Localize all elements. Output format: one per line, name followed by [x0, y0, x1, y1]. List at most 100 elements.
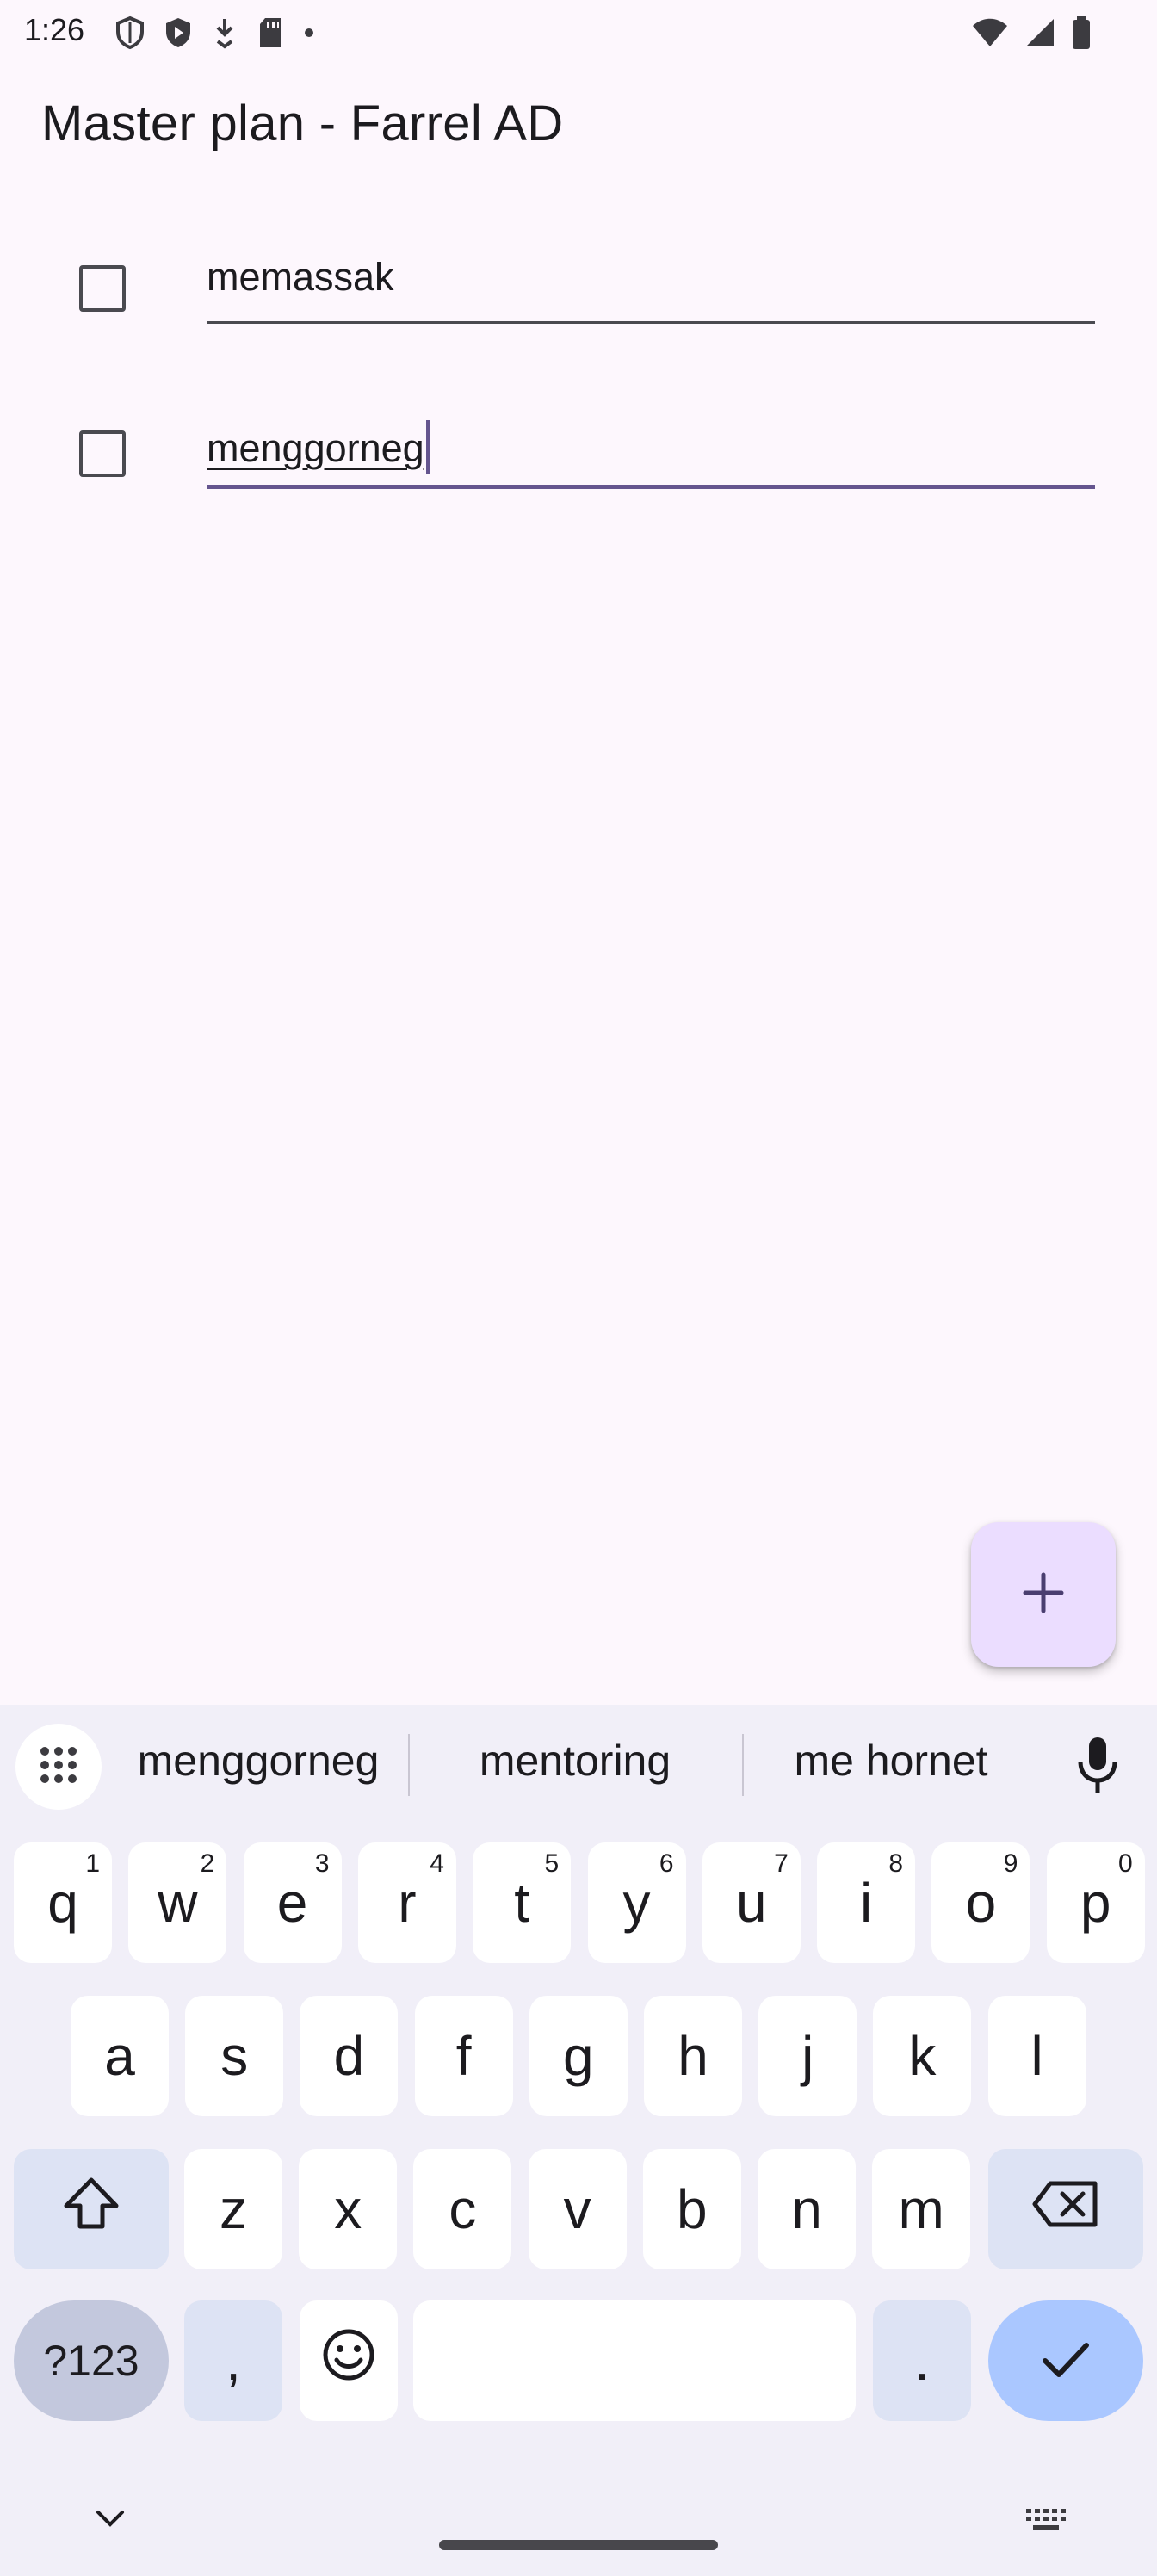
todo-text-field[interactable]: memassak: [207, 238, 1095, 324]
key-s[interactable]: s: [185, 1996, 284, 2116]
navigation-bar: [0, 2480, 1157, 2576]
todo-text-focused: menggorneg: [207, 420, 430, 474]
suggestion-strip: menggorneg mentoring me hornet: [0, 1705, 1157, 1825]
key-m[interactable]: m: [872, 2149, 971, 2269]
comma-key[interactable]: ,: [184, 2300, 282, 2421]
key-k[interactable]: k: [873, 1996, 972, 2116]
backspace-icon: [1031, 2177, 1100, 2241]
key-d[interactable]: d: [300, 1996, 399, 2116]
page-title: Master plan - Farrel AD: [41, 96, 564, 152]
add-todo-button[interactable]: [971, 1522, 1116, 1667]
emoji-icon: [321, 2327, 376, 2395]
check-icon: [1040, 2329, 1092, 2393]
suggestion-1[interactable]: menggorneg: [121, 1736, 396, 1786]
key-hint: 9: [1003, 1849, 1018, 1878]
key-label: r: [398, 1872, 417, 1934]
download-icon: [212, 15, 238, 50]
todo-text: menggorneg: [207, 426, 424, 470]
signal-icon: [1024, 17, 1055, 48]
suggestion-3[interactable]: me hornet: [758, 1736, 1024, 1786]
space-key[interactable]: [413, 2300, 856, 2421]
key-hint: 7: [774, 1849, 789, 1878]
grid-icon: [36, 1743, 81, 1792]
shield-outline-icon: [115, 15, 145, 50]
key-q[interactable]: q1: [14, 1842, 112, 1963]
soft-keyboard: menggorneg mentoring me hornet q1w2e3r4t…: [0, 1705, 1157, 2576]
todo-checkbox[interactable]: [79, 430, 126, 477]
status-bar: 1:26: [0, 0, 1157, 65]
backspace-key[interactable]: [988, 2149, 1143, 2269]
key-o[interactable]: o9: [931, 1842, 1030, 1963]
keyboard-switch-icon[interactable]: [1024, 2507, 1069, 2537]
shield-play-icon: [164, 15, 193, 50]
todo-item: memassak: [0, 231, 1157, 351]
key-hint: 1: [85, 1849, 100, 1878]
todo-checkbox[interactable]: [79, 265, 126, 312]
key-i[interactable]: i8: [817, 1842, 916, 1963]
hide-keyboard-icon[interactable]: [95, 2509, 126, 2534]
key-hint: 0: [1118, 1849, 1133, 1878]
key-v[interactable]: v: [528, 2149, 627, 2269]
key-label: t: [514, 1872, 530, 1934]
key-c[interactable]: c: [413, 2149, 512, 2269]
todo-text: memassak: [207, 255, 394, 299]
key-hint: 5: [544, 1849, 560, 1878]
key-e[interactable]: e3: [243, 1842, 342, 1963]
todo-text-field[interactable]: menggorneg: [207, 403, 1095, 489]
key-label: w: [158, 1872, 198, 1934]
wifi-icon: [971, 17, 1009, 48]
system-icons: [971, 14, 1092, 52]
key-p[interactable]: p0: [1046, 1842, 1145, 1963]
key-w[interactable]: w2: [128, 1842, 227, 1963]
key-label: i: [859, 1872, 873, 1934]
status-time: 1:26: [24, 12, 85, 47]
key-hint: 6: [659, 1849, 674, 1878]
key-u[interactable]: u7: [702, 1842, 801, 1963]
plus-icon: [1022, 1571, 1065, 1619]
voice-input-button[interactable]: [1067, 1729, 1128, 1806]
key-y[interactable]: y6: [587, 1842, 686, 1963]
field-underline: [207, 321, 1095, 324]
key-r[interactable]: r4: [357, 1842, 456, 1963]
shift-icon: [61, 2177, 121, 2243]
key-hint: 8: [888, 1849, 904, 1878]
field-underline-focused: [207, 485, 1095, 489]
key-b[interactable]: b: [642, 2149, 741, 2269]
emoji-key[interactable]: [300, 2300, 398, 2421]
suggestion-divider: [408, 1734, 410, 1796]
key-label: e: [276, 1872, 308, 1934]
key-label: u: [736, 1872, 767, 1934]
key-a[interactable]: a: [71, 1996, 169, 2116]
key-f[interactable]: f: [414, 1996, 513, 2116]
key-hint: 2: [200, 1849, 215, 1878]
suggestion-2[interactable]: mentoring: [424, 1736, 727, 1786]
key-x[interactable]: x: [299, 2149, 398, 2269]
notification-icons: [115, 14, 315, 52]
keyboard-apps-button[interactable]: [15, 1724, 102, 1810]
dot-icon: [303, 15, 315, 50]
key-g[interactable]: g: [529, 1996, 628, 2116]
key-label: o: [965, 1872, 997, 1934]
home-indicator[interactable]: [439, 2540, 718, 2550]
symbols-key[interactable]: ?123: [14, 2300, 169, 2421]
suggestion-divider: [742, 1734, 744, 1796]
shift-key[interactable]: [14, 2149, 169, 2269]
text-cursor: [425, 420, 430, 474]
key-hint: 3: [314, 1849, 330, 1878]
key-j[interactable]: j: [758, 1996, 857, 2116]
key-label: q: [47, 1872, 78, 1934]
mic-icon: [1075, 1736, 1120, 1800]
period-key[interactable]: .: [873, 2300, 971, 2421]
key-t[interactable]: t5: [473, 1842, 572, 1963]
key-label: y: [622, 1872, 651, 1934]
key-l[interactable]: l: [987, 1996, 1086, 2116]
sd-card-icon: [257, 15, 284, 50]
key-label: p: [1080, 1872, 1111, 1934]
todo-item: menggorneg: [0, 396, 1157, 517]
done-key[interactable]: [988, 2300, 1143, 2421]
key-z[interactable]: z: [184, 2149, 282, 2269]
key-n[interactable]: n: [758, 2149, 856, 2269]
key-hint: 4: [430, 1849, 444, 1878]
key-h[interactable]: h: [644, 1996, 742, 2116]
battery-icon: [1071, 15, 1092, 50]
